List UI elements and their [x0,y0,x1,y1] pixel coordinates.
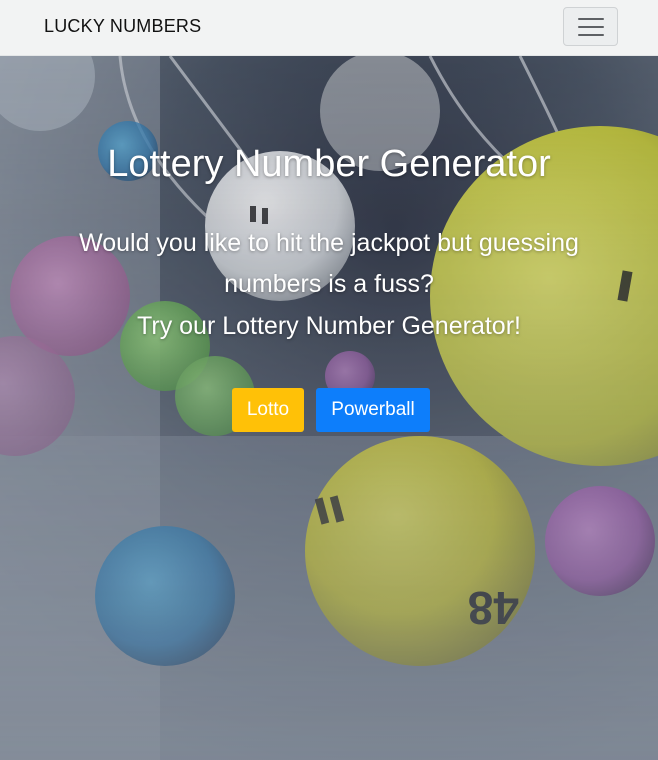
page-title: Lottery Number Generator [107,143,551,185]
navbar: LUCKY NUMBERS [0,0,658,56]
hero-subtitle-line1: Would you like to hit the jackpot but gu… [79,229,579,257]
powerball-button[interactable]: Powerball [316,388,430,432]
navbar-toggler-button[interactable] [563,7,618,46]
brand-link[interactable]: LUCKY NUMBERS [44,16,201,37]
hero-section: 48 Lottery Number Generator Would you li… [0,56,658,760]
lotto-button[interactable]: Lotto [232,388,304,432]
hero-subtitle-line2: numbers is a fuss? [224,270,434,298]
hero-subtitle-line3: Try our Lottery Number Generator! [137,312,521,340]
